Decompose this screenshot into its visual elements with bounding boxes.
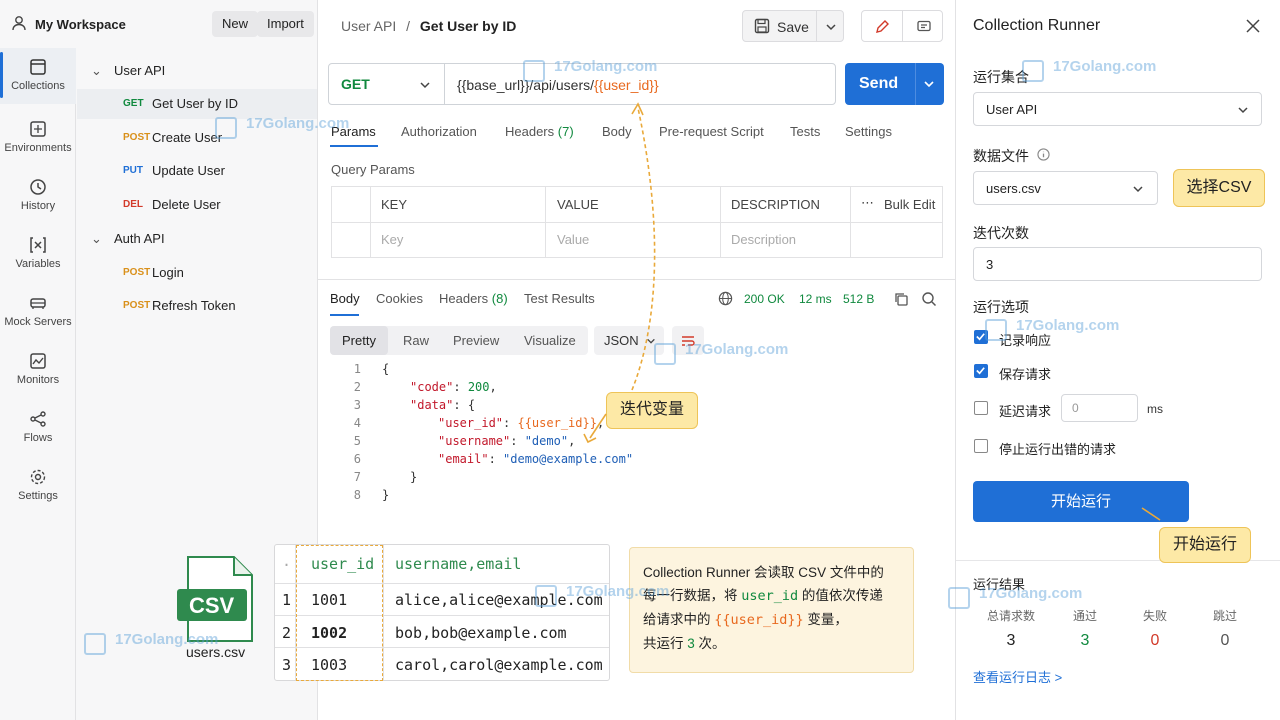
note-line: 每一行数据，将 user_id 的值依次传递 — [643, 584, 900, 608]
note-line: 给请求中的 {{user_id}} 变量， — [643, 608, 900, 632]
csv-row-rest: carol,carol@example.com — [395, 656, 603, 674]
csv-row-number: 2 — [282, 624, 292, 642]
arrowhead — [631, 102, 644, 116]
csv-badge-label: CSV — [189, 593, 235, 618]
watermark-text: 17Golang.com — [566, 583, 670, 600]
csv-row-number: 3 — [282, 656, 292, 674]
note-line: Collection Runner 会读取 CSV 文件中的 — [643, 565, 884, 580]
arrow-to-response-var — [589, 413, 607, 439]
watermark-logo — [654, 343, 676, 365]
csv-row-rest: bob,bob@example.com — [395, 624, 567, 642]
user-id-column-highlight — [296, 545, 383, 681]
explanation-note: Collection Runner 会读取 CSV 文件中的 每一行数据，将 u… — [629, 547, 914, 673]
watermark-logo — [523, 60, 545, 82]
watermark-logo — [535, 585, 557, 607]
note-text: 的值依次传递 — [798, 588, 883, 603]
watermark-text: 17Golang.com — [1053, 58, 1157, 75]
arrow-to-run-button — [1141, 507, 1161, 521]
watermark-logo — [84, 633, 106, 655]
note-text: 共运行 — [643, 636, 688, 651]
watermark-logo — [1022, 60, 1044, 82]
arrow-to-url-variable — [631, 107, 656, 391]
csv-header-rest: username,email — [395, 555, 522, 573]
watermark-text: 17Golang.com — [979, 585, 1083, 602]
watermark-text: 17Golang.com — [685, 341, 789, 358]
note-highlight: user_id — [741, 588, 799, 604]
watermark-text: 17Golang.com — [1016, 317, 1120, 334]
watermark-logo — [948, 587, 970, 609]
csv-header-mark: · — [282, 556, 292, 574]
watermark-logo — [215, 117, 237, 139]
watermark-text: 17Golang.com — [554, 58, 658, 75]
csv-row-number: 1 — [282, 591, 292, 609]
divider — [383, 545, 384, 680]
note-line: 共运行 3 次。 — [643, 632, 900, 655]
note-highlight: 3 — [687, 636, 695, 651]
note-text: 变量， — [803, 612, 848, 627]
note-text: 次。 — [694, 636, 726, 651]
watermark-text: 17Golang.com — [246, 115, 350, 132]
watermark-logo — [985, 319, 1007, 341]
note-variable: {{user_id}} — [714, 612, 804, 628]
watermark-text: 17Golang.com — [115, 631, 219, 648]
note-text: 给请求中的 — [643, 612, 715, 627]
